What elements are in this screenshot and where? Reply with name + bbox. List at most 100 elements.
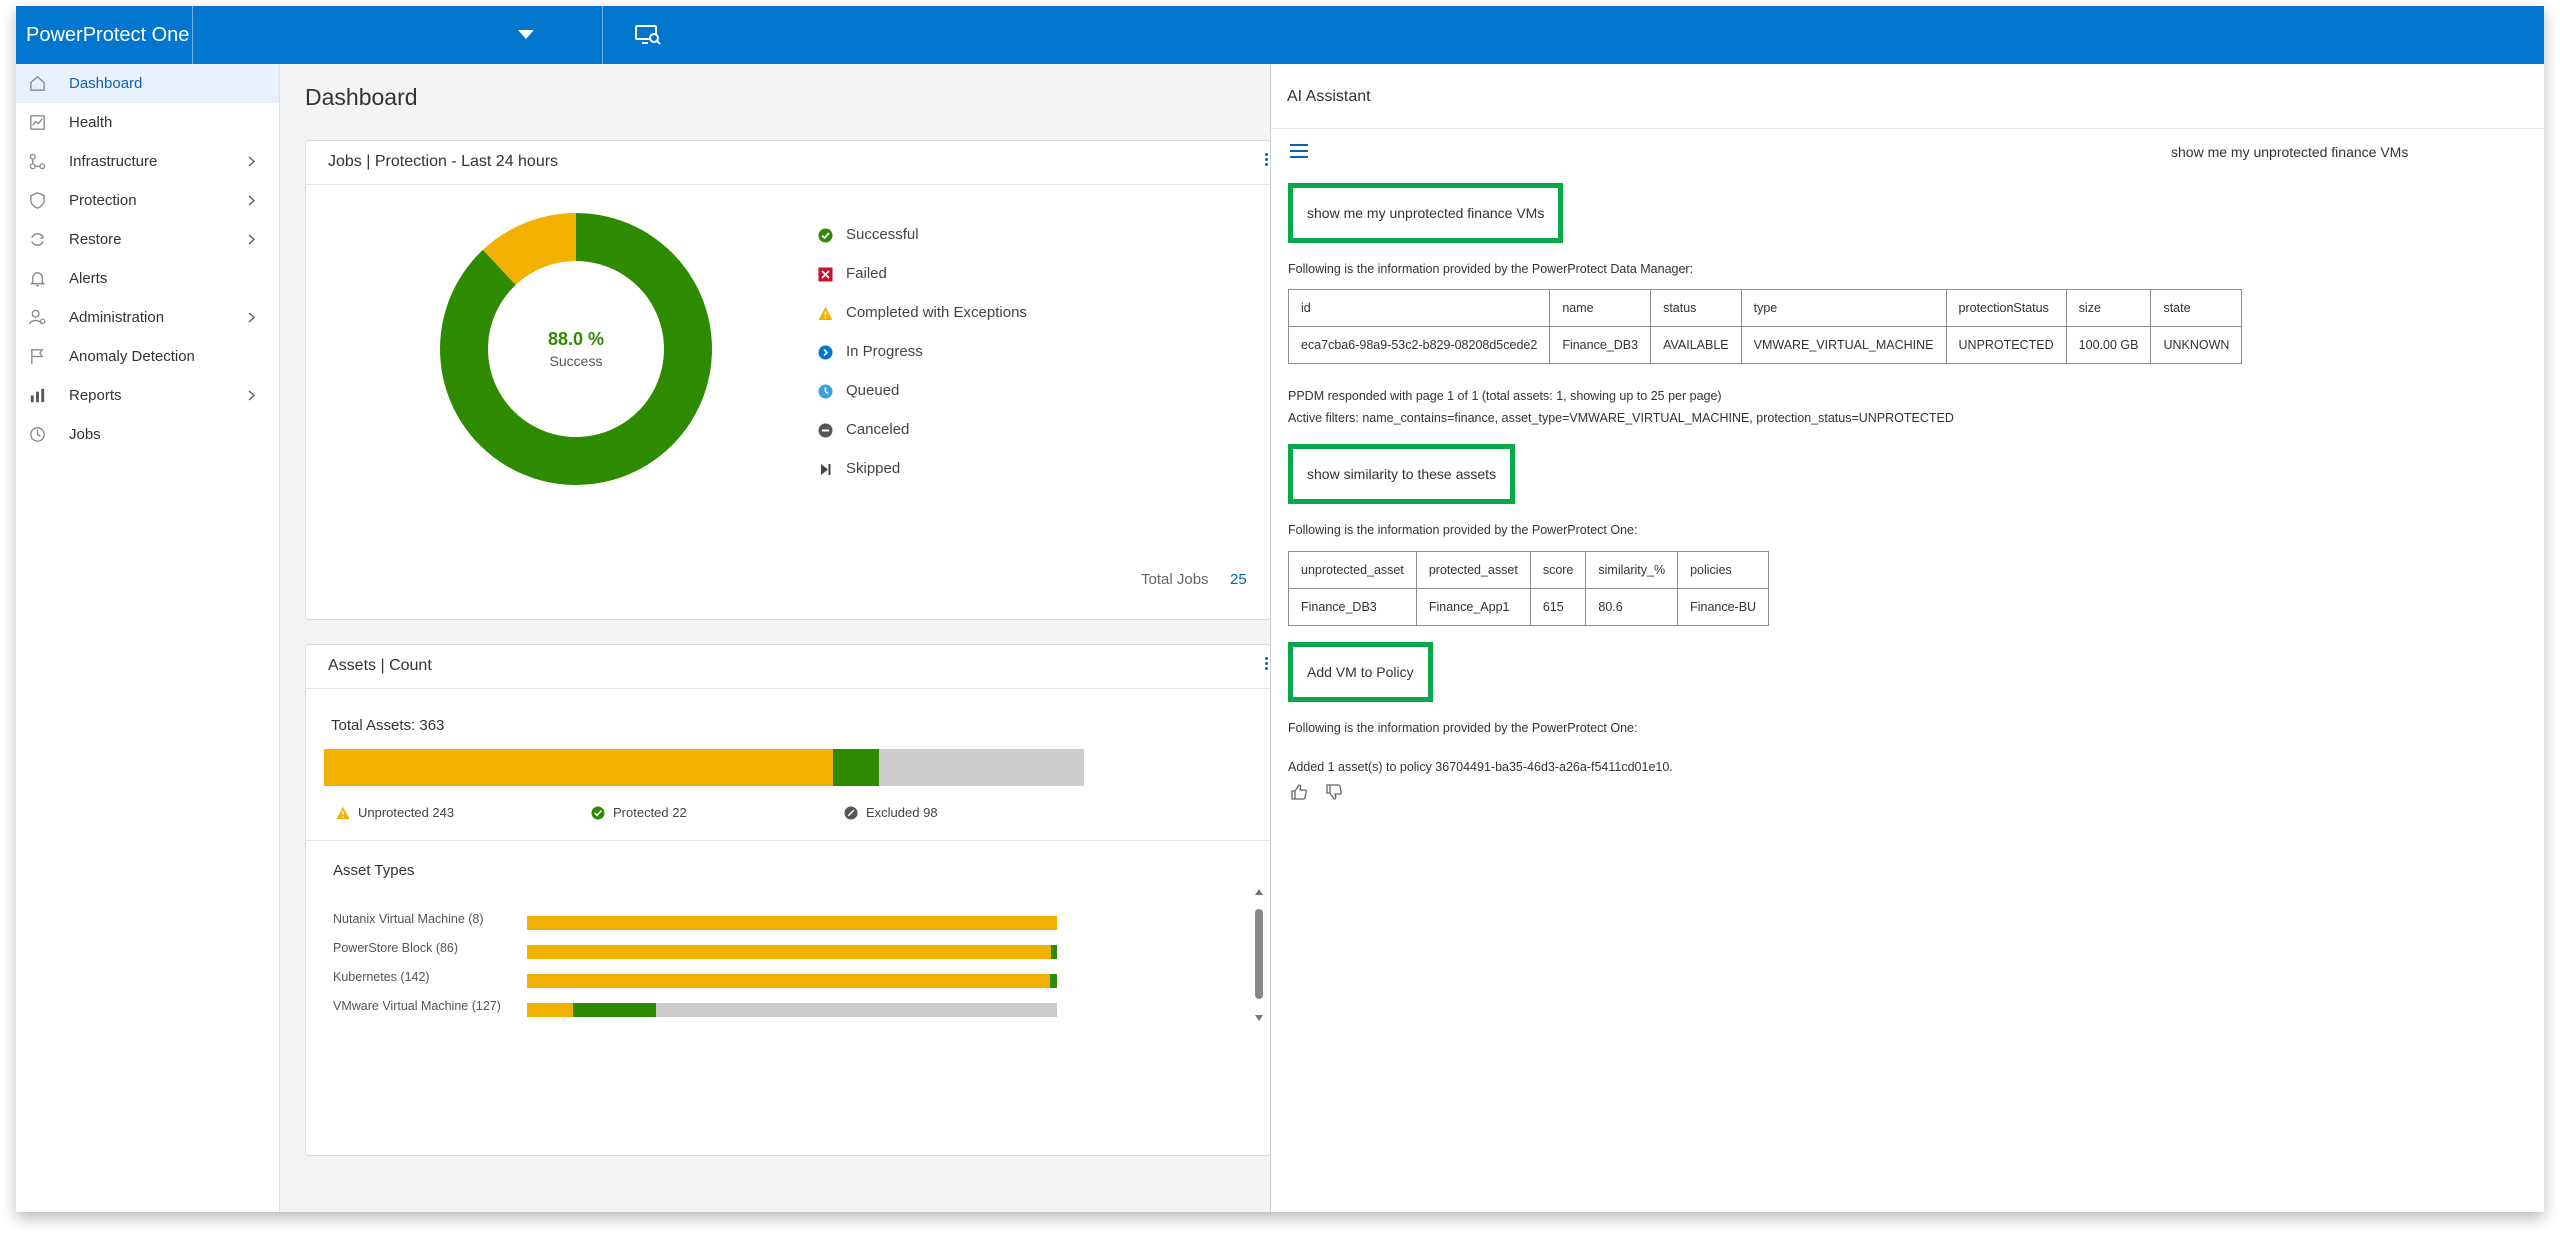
card-title: Jobs | Protection - Last 24 hours bbox=[328, 153, 559, 170]
cancel-circle-icon bbox=[818, 423, 833, 438]
chevron-right-icon bbox=[248, 390, 256, 401]
table-cell: UNKNOWN bbox=[2150, 326, 2243, 364]
scroll-thumb[interactable] bbox=[1255, 909, 1263, 999]
sidebar-item-administration[interactable]: Administration bbox=[16, 298, 279, 337]
legend-label: Excluded 98 bbox=[866, 805, 938, 820]
check-circle-icon bbox=[591, 806, 605, 820]
similarity-result-table: unprotected_asset protected_asset score sim… bbox=[1288, 551, 1770, 626]
shield-icon bbox=[30, 192, 45, 209]
check-circle-icon bbox=[818, 228, 833, 243]
column-header: protected_asset bbox=[1415, 551, 1531, 589]
table-cell: 80.6 bbox=[1585, 588, 1679, 626]
column-header: policies bbox=[1677, 551, 1770, 589]
legend-label: Skipped bbox=[846, 460, 901, 477]
infrastructure-icon bbox=[29, 153, 46, 170]
thumbs-up-icon[interactable] bbox=[1290, 783, 1308, 801]
table-cell: VMWARE_VIRTUAL_MACHINE bbox=[1740, 326, 1947, 364]
table-cell: 100.00 GB bbox=[2065, 326, 2152, 364]
sidebar-item-reports[interactable]: Reports bbox=[16, 376, 279, 415]
card-divider bbox=[306, 688, 1304, 689]
asset-type-bar bbox=[527, 945, 1057, 959]
card-divider bbox=[306, 184, 1304, 185]
column-header: state bbox=[2150, 289, 2243, 327]
sidebar-item-label: Alerts bbox=[69, 270, 108, 287]
asset-type-row[interactable]: VMware Virtual Machine (127) bbox=[306, 999, 1066, 1017]
skip-icon bbox=[821, 464, 831, 475]
asset-types-scrollbar[interactable] bbox=[1254, 887, 1264, 1027]
legend-label: In Progress bbox=[846, 343, 923, 360]
table-row: eca7cba6-98a9-53c2-b829-08208d5cede2 Fina… bbox=[1287, 326, 2243, 364]
topbar-divider bbox=[192, 6, 193, 64]
health-chart-icon bbox=[30, 115, 45, 130]
page-title: Dashboard bbox=[305, 84, 418, 110]
table-row: Finance_DB3 Finance_App1 615 80.6 Finance-BU bbox=[1288, 588, 1770, 626]
column-header: name bbox=[1549, 289, 1652, 327]
monitor-search-icon[interactable] bbox=[634, 24, 662, 46]
asset-type-bar bbox=[527, 974, 1057, 988]
chevron-right-icon bbox=[248, 312, 256, 323]
user-message: show me my unprotected finance VMs bbox=[1288, 183, 1564, 243]
user-message: Add VM to Policy bbox=[1288, 642, 1433, 702]
sidebar-item-dashboard[interactable]: Dashboard bbox=[16, 64, 279, 103]
asset-type-segment-unprotected[interactable] bbox=[527, 1003, 573, 1017]
sidebar: Dashboard Health Infrastructure Protecti… bbox=[16, 64, 280, 1212]
sidebar-item-protection[interactable]: Protection bbox=[16, 181, 279, 220]
warning-triangle-icon bbox=[818, 307, 833, 320]
sidebar-item-label: Reports bbox=[69, 387, 122, 404]
queued-icon bbox=[818, 384, 833, 399]
asset-type-segment-excluded[interactable] bbox=[656, 1003, 1057, 1017]
assistant-page-info: PPDM responded with page 1 of 1 (total a… bbox=[1288, 389, 1722, 403]
assistant-filters-info: Active filters: name_contains=finance, a… bbox=[1288, 411, 1954, 425]
asset-type-segment-unprotected[interactable] bbox=[527, 945, 1051, 959]
total-jobs-value[interactable]: 25 bbox=[1230, 571, 1247, 588]
asset-type-row[interactable]: PowerStore Block (86) bbox=[306, 941, 1066, 959]
sidebar-item-infrastructure[interactable]: Infrastructure bbox=[16, 142, 279, 181]
sidebar-item-label: Anomaly Detection bbox=[69, 348, 195, 365]
assistant-intro-text: Following is the information provided by… bbox=[1288, 523, 1638, 537]
chevron-right-icon bbox=[248, 156, 256, 167]
assets-result-table: id name status type protectionStatus size stat… bbox=[1287, 289, 2243, 364]
asset-type-row[interactable]: Kubernetes (142) bbox=[306, 970, 1066, 988]
asset-type-label: Kubernetes (142) bbox=[333, 970, 430, 984]
table-cell: Finance_DB3 bbox=[1288, 588, 1417, 626]
table-cell: eca7cba6-98a9-53c2-b829-08208d5cede2 bbox=[1287, 326, 1551, 364]
scroll-up-arrow-icon[interactable] bbox=[1255, 889, 1263, 895]
scroll-down-arrow-icon[interactable] bbox=[1255, 1015, 1263, 1021]
table-cell: AVAILABLE bbox=[1650, 326, 1742, 364]
sidebar-item-alerts[interactable]: Alerts bbox=[16, 259, 279, 298]
assets-bar-segment-unprotected[interactable] bbox=[324, 749, 833, 786]
assets-bar-segment-excluded[interactable] bbox=[878, 749, 1084, 786]
asset-type-segment-unprotected[interactable] bbox=[527, 916, 1057, 930]
warning-triangle-icon bbox=[336, 806, 350, 820]
sidebar-item-jobs[interactable]: Jobs bbox=[16, 415, 279, 454]
assets-bar-segment-protected[interactable] bbox=[832, 749, 879, 786]
sidebar-item-anomaly-detection[interactable]: Anomaly Detection bbox=[16, 337, 279, 376]
donut-sub-label: Success bbox=[550, 353, 603, 369]
legend-label: Protected 22 bbox=[613, 805, 687, 820]
clock-icon bbox=[30, 427, 45, 442]
section-divider bbox=[306, 840, 1304, 841]
sidebar-item-label: Health bbox=[69, 114, 113, 131]
asset-type-row[interactable]: Nutanix Virtual Machine (8) bbox=[306, 912, 1066, 930]
admin-user-icon bbox=[29, 309, 46, 325]
asset-type-segment-protected[interactable] bbox=[572, 1003, 657, 1017]
sidebar-item-restore[interactable]: Restore bbox=[16, 220, 279, 259]
asset-type-segment-protected[interactable] bbox=[1049, 974, 1057, 988]
menu-icon[interactable] bbox=[1290, 144, 1308, 158]
table-header-row: unprotected_asset protected_asset score sim… bbox=[1288, 551, 1770, 589]
sidebar-item-label: Administration bbox=[69, 309, 165, 326]
thumbs-down-icon[interactable] bbox=[1325, 783, 1343, 801]
sidebar-item-label: Restore bbox=[69, 231, 122, 248]
asset-type-label: PowerStore Block (86) bbox=[333, 941, 459, 955]
asset-type-segment-unprotected[interactable] bbox=[527, 974, 1050, 988]
chevron-down-icon[interactable] bbox=[518, 30, 534, 39]
in-progress-icon bbox=[818, 345, 833, 360]
table-cell: UNPROTECTED bbox=[1945, 326, 2067, 364]
total-assets-label: Total Assets: 363 bbox=[331, 717, 445, 734]
table-cell: Finance_DB3 bbox=[1549, 326, 1652, 364]
x-square-icon bbox=[818, 267, 833, 282]
asset-type-segment-protected[interactable] bbox=[1050, 945, 1057, 959]
panel-divider bbox=[1271, 128, 2544, 129]
donut-percent-label: 88.0 % bbox=[548, 329, 604, 349]
sidebar-item-health[interactable]: Health bbox=[16, 103, 279, 142]
